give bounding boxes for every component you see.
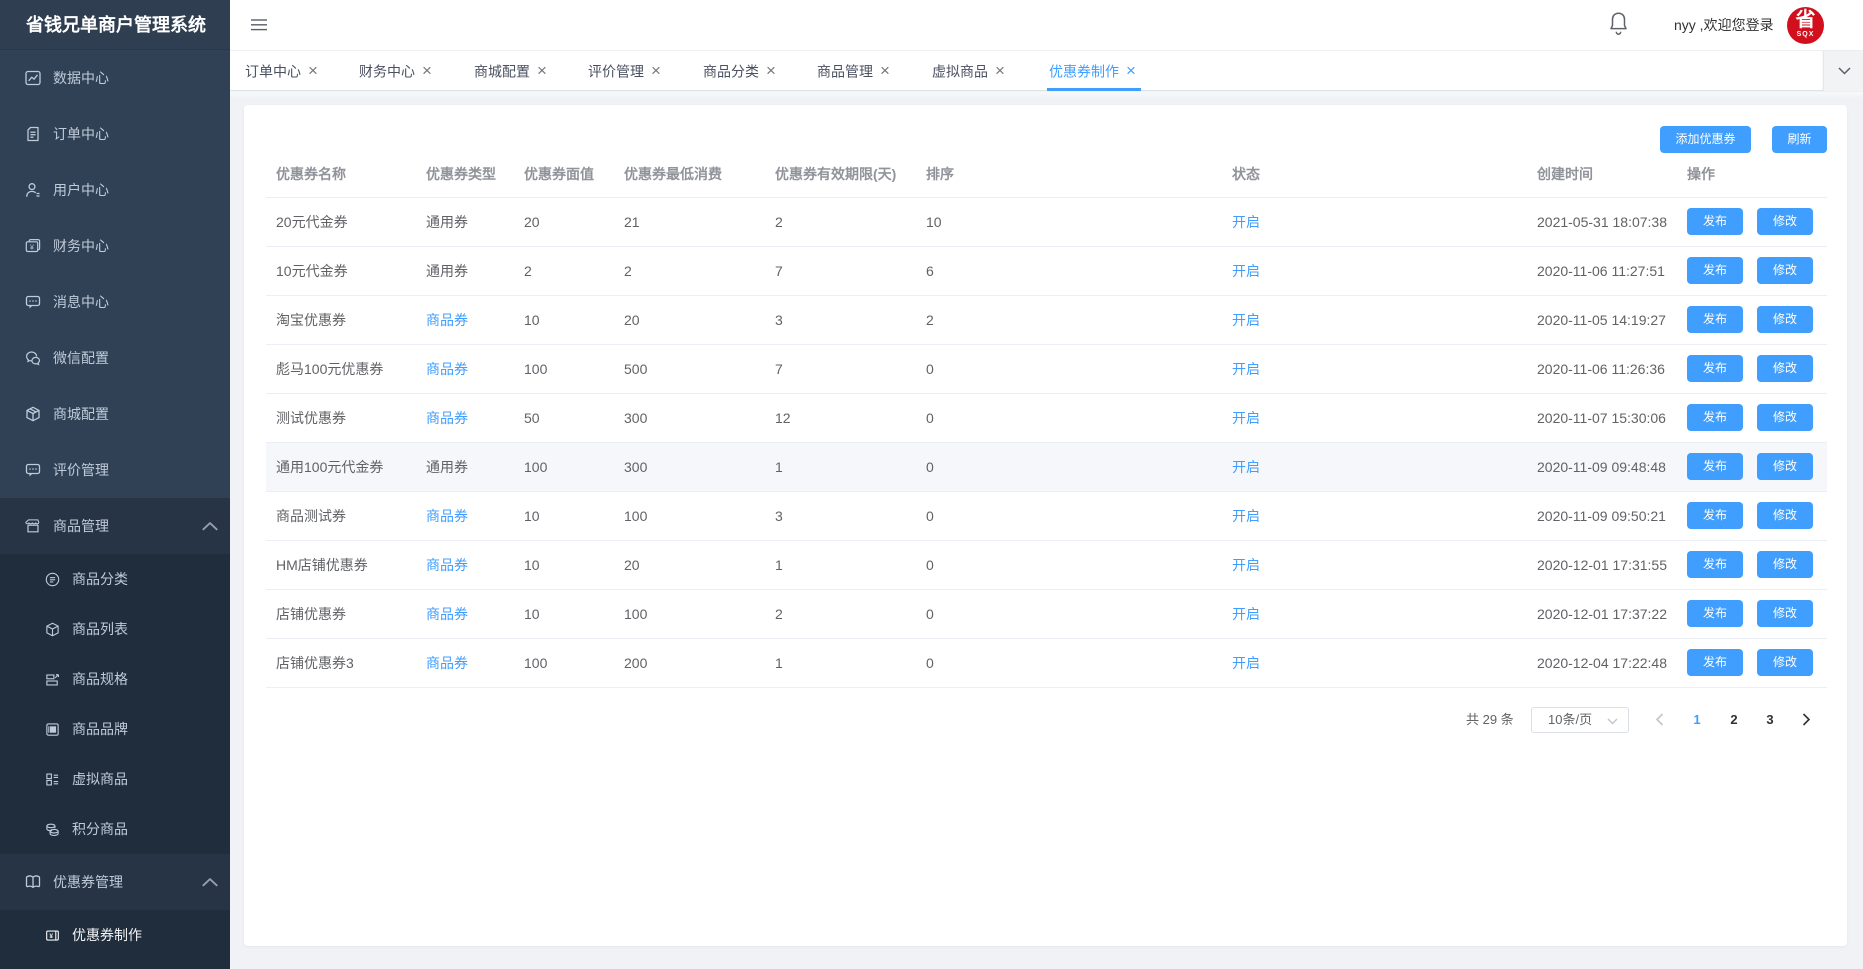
svg-text:¥: ¥	[49, 932, 53, 939]
svg-text:¥: ¥	[30, 244, 34, 251]
